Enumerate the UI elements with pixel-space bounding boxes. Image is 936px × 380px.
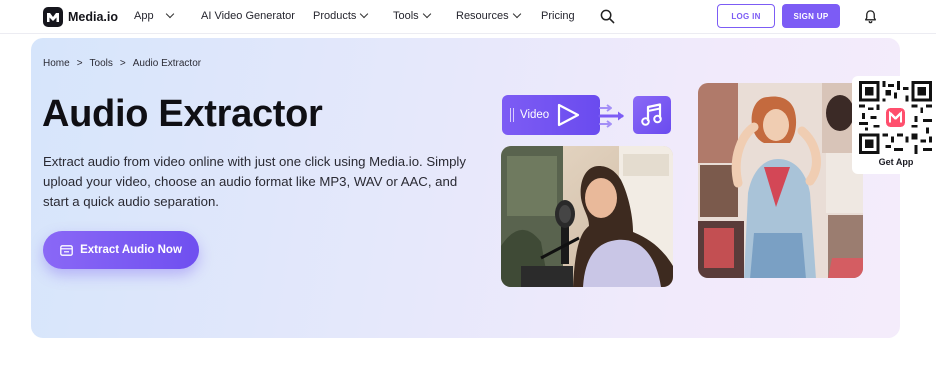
video-chip: Video (502, 95, 600, 135)
nav-item-pricing[interactable]: Pricing (541, 10, 575, 22)
hero-section: Home > Tools > Audio Extractor Audio Ext… (31, 38, 900, 338)
music-chip (633, 96, 671, 134)
cta-label: Extract Audio Now (80, 244, 182, 256)
breadcrumb-separator: > (76, 58, 83, 69)
nav-item-label: AI Video Generator (201, 10, 295, 22)
qr-code-widget[interactable]: Get App (852, 76, 936, 174)
singer-photo (501, 146, 673, 287)
film-bars-icon (510, 108, 514, 122)
search-icon[interactable] (600, 9, 615, 24)
nav-item-app[interactable]: App (134, 9, 174, 22)
nav-item-label: Pricing (541, 10, 575, 22)
brand-logo[interactable]: Media.io (43, 7, 118, 27)
nav-item-products[interactable]: Products (313, 9, 369, 22)
extract-audio-button[interactable]: Extract Audio Now (43, 231, 199, 269)
nav-item-ai-video-generator[interactable]: AI Video Generator (201, 10, 295, 22)
breadcrumb-home[interactable]: Home (43, 58, 70, 69)
hero-description: Extract audio from video online with jus… (43, 154, 466, 209)
qr-code-icon (859, 81, 932, 154)
music-note-icon (641, 103, 662, 126)
brand-name: Media.io (68, 10, 119, 24)
get-app-label: Get App (878, 157, 914, 167)
chevron-down-icon (422, 9, 431, 19)
play-icon (557, 103, 580, 127)
nav-item-tools[interactable]: Tools (393, 9, 431, 22)
nav-item-resources[interactable]: Resources (456, 9, 521, 22)
nav-item-label: App (134, 10, 154, 22)
chevron-down-icon (360, 9, 369, 19)
page-title: Audio Extractor (42, 93, 323, 135)
fashion-photo (698, 83, 863, 278)
nav-item-label: Tools (393, 10, 419, 22)
signup-button[interactable]: SIGN UP (782, 4, 840, 28)
top-nav: Media.io App AI Video Generator Products… (0, 0, 936, 34)
breadcrumb-tools[interactable]: Tools (90, 58, 113, 69)
login-button[interactable]: LOG IN (717, 4, 775, 28)
bell-icon[interactable] (863, 9, 878, 24)
chevron-down-icon (512, 9, 521, 19)
arrows-icon (598, 104, 624, 128)
breadcrumb-separator: > (119, 58, 126, 69)
nav-item-label: Resources (456, 10, 509, 22)
logo-icon (43, 7, 63, 27)
upload-icon (60, 244, 73, 256)
chevron-down-icon (165, 9, 174, 19)
nav-item-label: Products (313, 10, 357, 22)
breadcrumb: Home > Tools > Audio Extractor (43, 58, 201, 69)
breadcrumb-current: Audio Extractor (132, 58, 202, 69)
video-chip-label: Video (520, 109, 550, 121)
